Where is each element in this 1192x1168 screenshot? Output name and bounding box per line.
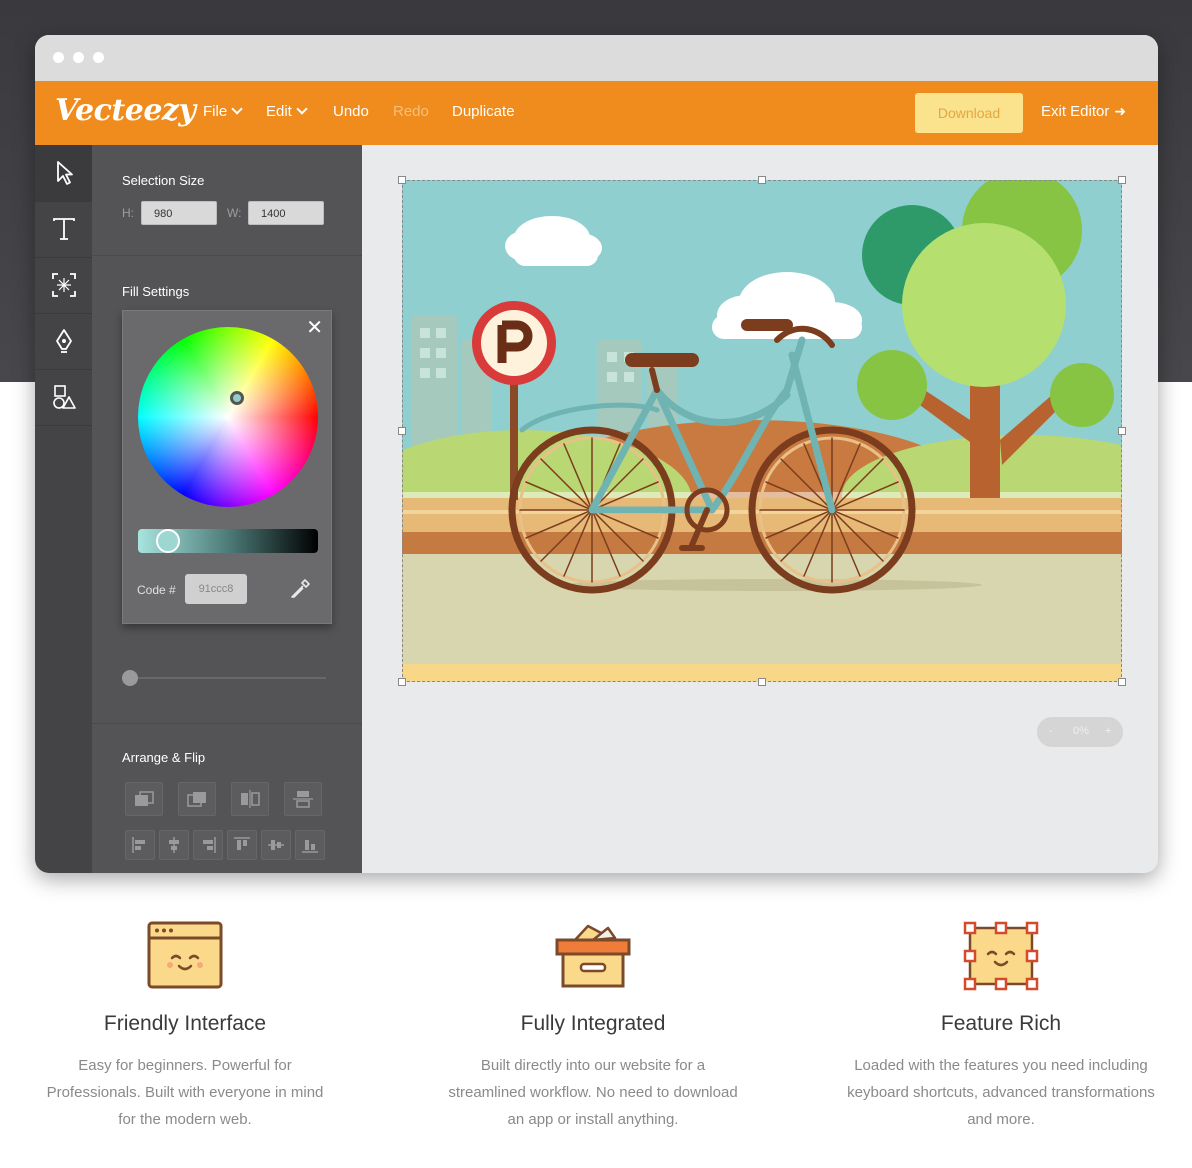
align-bottom-button[interactable] [295, 830, 325, 860]
exit-editor-label: Exit Editor [1041, 103, 1110, 120]
align-top-icon [234, 837, 250, 850]
panel-divider [92, 255, 362, 256]
feature-fully-integrated: Fully Integrated Built directly into our… [403, 900, 783, 1133]
zoom-out-button[interactable]: - [1049, 725, 1053, 737]
bring-forward-button[interactable] [125, 782, 163, 816]
browser-window-icon [147, 921, 223, 989]
select-tool[interactable] [35, 145, 92, 202]
flip-vertical-button[interactable] [284, 782, 322, 816]
resize-handle[interactable] [398, 176, 406, 184]
align-center-button[interactable] [159, 830, 189, 860]
send-backward-button[interactable] [178, 782, 216, 816]
file-menu[interactable]: File [203, 103, 243, 120]
color-code-input[interactable]: 91ccc8 [185, 574, 247, 604]
height-label: H: [122, 206, 134, 220]
shapes-tool[interactable] [35, 369, 92, 426]
eyedropper-button[interactable] [288, 577, 312, 606]
selection-box[interactable] [402, 180, 1122, 682]
color-code-label: Code # [137, 583, 176, 597]
edit-menu-label: Edit [266, 103, 292, 120]
tool-rail [35, 145, 92, 873]
chevron-down-icon [296, 103, 308, 115]
feature-friendly-interface: Friendly Interface Easy for beginners. P… [0, 900, 375, 1133]
bring-forward-icon [135, 791, 154, 806]
resize-handle[interactable] [398, 678, 406, 686]
align-middle-icon [268, 840, 284, 850]
close-icon[interactable]: ✕ [306, 315, 323, 340]
feature-title: Feature Rich [940, 1012, 1062, 1035]
color-wheel-handle[interactable] [230, 391, 244, 405]
resize-handle[interactable] [1118, 427, 1126, 435]
redo-button[interactable]: Redo [393, 103, 429, 120]
fill-settings-title: Fill Settings [122, 284, 190, 299]
align-bottom-icon [302, 840, 318, 853]
panel-divider [92, 723, 362, 724]
file-menu-label: File [203, 103, 228, 120]
editor-window: Vecteezy File Edit Undo Redo Duplicate D… [35, 35, 1158, 873]
width-input[interactable]: 1400 [248, 201, 324, 225]
opacity-slider-track[interactable] [130, 677, 326, 679]
text-tool-icon [52, 218, 75, 240]
feature-description: Built directly into our website for a st… [448, 1057, 738, 1128]
selection-size-title: Selection Size [122, 173, 205, 188]
align-center-icon [169, 837, 179, 853]
shapes-tool-icon [52, 385, 76, 409]
properties-panel: Selection Size H: 980 W: 1400 Fill Setti… [92, 145, 362, 873]
editor-toolbar: Vecteezy File Edit Undo Redo Duplicate D… [35, 81, 1158, 145]
flip-horizontal-button[interactable] [231, 782, 269, 816]
exit-editor-button[interactable]: Exit Editor ➜ [1041, 103, 1126, 120]
resize-handle[interactable] [1118, 678, 1126, 686]
flip-horizontal-icon [241, 790, 260, 808]
undo-button[interactable]: Undo [333, 103, 369, 120]
vecteezy-logo: Vecteezy [55, 93, 196, 128]
align-right-button[interactable] [193, 830, 223, 860]
align-left-icon [132, 837, 145, 853]
edit-menu[interactable]: Edit [266, 103, 308, 120]
align-left-button[interactable] [125, 830, 155, 860]
window-dot-icon [73, 52, 84, 63]
flip-vertical-icon [293, 791, 313, 808]
arrow-right-icon: ➜ [1114, 103, 1127, 119]
box-icon [555, 924, 631, 988]
resize-handle[interactable] [758, 176, 766, 184]
color-wheel[interactable] [138, 327, 318, 507]
download-button[interactable]: Download [915, 93, 1023, 133]
window-dot-icon [53, 52, 64, 63]
zoom-in-button[interactable]: + [1105, 725, 1111, 737]
selection-frame-icon [963, 921, 1039, 991]
height-input[interactable]: 980 [141, 201, 217, 225]
color-picker-popover: ✕ Code # 91ccc8 [122, 310, 332, 624]
width-label: W: [227, 206, 242, 220]
feature-title: Fully Integrated [520, 1012, 666, 1035]
artboard-canvas[interactable]: - 0% + [362, 145, 1158, 873]
feature-description: Easy for beginners. Powerful for Profess… [46, 1057, 324, 1128]
feature-title: Friendly Interface [103, 1012, 267, 1035]
resize-handle[interactable] [1118, 176, 1126, 184]
feature-description: Loaded with the features you need includ… [847, 1057, 1155, 1128]
zoom-level: 0% [1073, 725, 1089, 737]
opacity-slider-handle[interactable] [122, 670, 138, 686]
window-dot-icon [93, 52, 104, 63]
pen-tool-icon [55, 329, 72, 353]
text-tool[interactable] [35, 201, 92, 258]
resize-handle[interactable] [758, 678, 766, 686]
duplicate-button[interactable]: Duplicate [452, 103, 515, 120]
resize-handle[interactable] [398, 427, 406, 435]
feature-feature-rich: Feature Rich Loaded with the features yo… [811, 900, 1191, 1133]
trace-tool[interactable] [35, 257, 92, 314]
pen-tool[interactable] [35, 313, 92, 370]
align-middle-button[interactable] [261, 830, 291, 860]
send-backward-icon [187, 792, 206, 807]
select-tool-icon [56, 161, 73, 185]
trace-tool-icon [51, 273, 76, 297]
arrange-flip-title: Arrange & Flip [122, 750, 206, 765]
eyedropper-icon [291, 579, 310, 598]
align-right-icon [203, 837, 216, 853]
zoom-control: - 0% + [1037, 717, 1123, 747]
align-top-button[interactable] [227, 830, 257, 860]
window-chrome [35, 35, 1158, 81]
chevron-down-icon [231, 103, 243, 115]
shade-slider-handle[interactable] [156, 529, 180, 553]
